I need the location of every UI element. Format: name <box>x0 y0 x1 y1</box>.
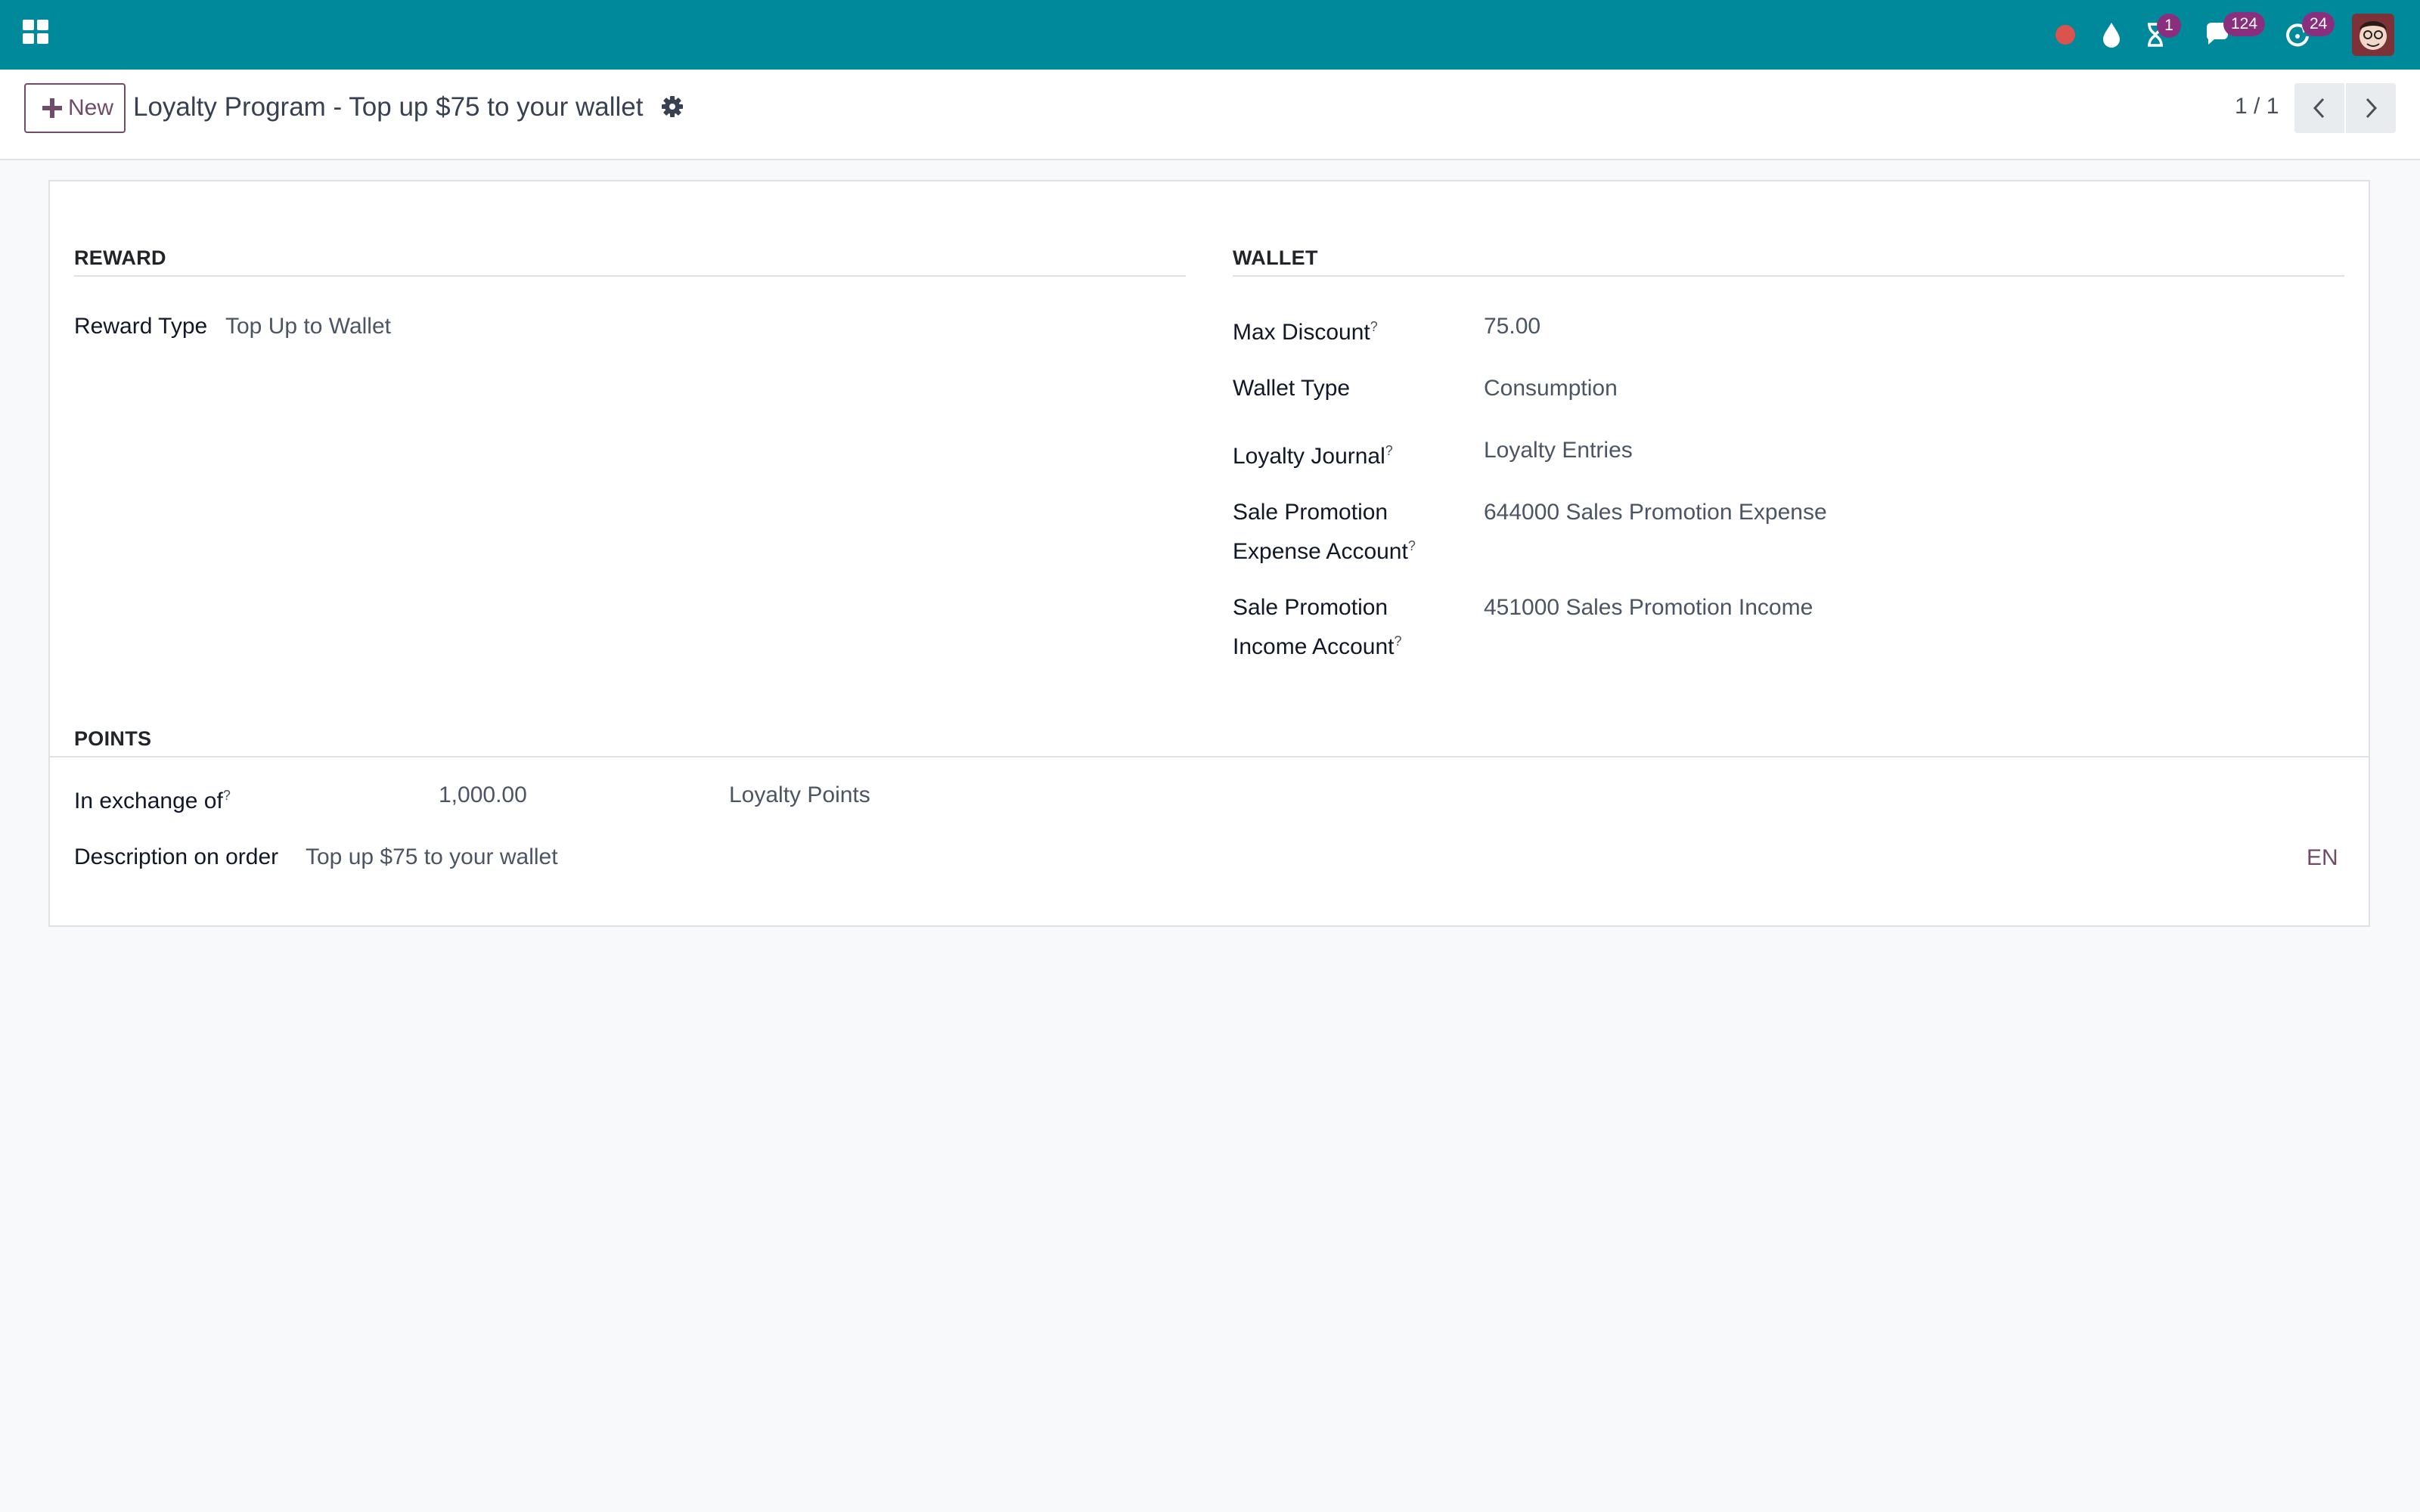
user-avatar[interactable] <box>2352 14 2394 56</box>
description-label: Description on order <box>74 844 279 869</box>
help-icon[interactable]: ? <box>1394 634 1401 649</box>
reward-section-title: REWARD <box>74 246 166 269</box>
help-icon[interactable]: ? <box>1385 443 1393 458</box>
messages-badge: 124 <box>2223 12 2266 36</box>
control-panel: New Loyalty Program - Top up $75 to your… <box>0 70 2420 160</box>
exchange-unit-field[interactable]: Loyalty Points <box>729 779 870 812</box>
loyalty-journal-label: Loyalty Journal? <box>1233 443 1393 469</box>
wallet-section-title: WALLET <box>1233 246 1318 269</box>
record-indicator-icon[interactable] <box>2055 25 2075 45</box>
reward-separator <box>74 275 1186 277</box>
reward-type-label: Reward Type <box>74 314 208 339</box>
help-icon[interactable]: ? <box>1408 538 1416 553</box>
expense-account-field[interactable]: 644000 Sales Promotion Expense <box>1484 496 1827 529</box>
pager-previous-button[interactable] <box>2294 83 2344 133</box>
wallet-type-label: Wallet Type <box>1233 376 1351 401</box>
pager-next-button[interactable] <box>2346 83 2396 133</box>
max-discount-field[interactable]: 75.00 <box>1484 310 1540 343</box>
gear-icon[interactable] <box>661 95 684 118</box>
help-icon[interactable]: ? <box>223 788 231 803</box>
income-account-field[interactable]: 451000 Sales Promotion Income <box>1484 591 1813 624</box>
points-section-title: POINTS <box>74 727 152 750</box>
new-button[interactable]: New <box>24 83 126 133</box>
page-title: Loyalty Program - Top up $75 to your wal… <box>133 92 644 122</box>
updates-badge: 24 <box>2302 12 2335 36</box>
plus-icon <box>42 98 62 118</box>
chevron-left-icon <box>2313 98 2325 119</box>
help-icon[interactable]: ? <box>1370 319 1378 334</box>
reward-type-field[interactable]: Top Up to Wallet <box>225 310 391 343</box>
wallet-type-field[interactable]: Consumption <box>1484 372 1618 405</box>
loyalty-journal-field[interactable]: Loyalty Entries <box>1484 434 1633 467</box>
exchange-label: In exchange of? <box>74 788 231 813</box>
description-field[interactable]: Top up $75 to your wallet <box>306 841 558 874</box>
language-button[interactable]: EN <box>2307 845 2338 871</box>
expense-account-label: Sale Promotion Expense Account? <box>1233 500 1416 564</box>
form-sheet: REWARD Reward Type Top Up to Wallet WALL… <box>48 180 2370 927</box>
app-menu-icon[interactable] <box>23 20 48 45</box>
wallet-separator <box>1233 275 2344 277</box>
activities-badge: 1 <box>2157 14 2181 38</box>
chevron-right-icon <box>2366 98 2378 119</box>
new-button-label: New <box>68 95 114 120</box>
income-account-label: Sale Promotion Income Account? <box>1233 595 1402 659</box>
points-separator <box>50 756 2369 758</box>
exchange-amount-field[interactable]: 1,000.00 <box>439 779 527 812</box>
pager-value[interactable]: 1 / 1 <box>2235 94 2279 119</box>
top-navbar: 1 124 24 <box>0 0 2420 70</box>
max-discount-label: Max Discount? <box>1233 319 1378 345</box>
droplet-icon[interactable] <box>2096 20 2127 50</box>
